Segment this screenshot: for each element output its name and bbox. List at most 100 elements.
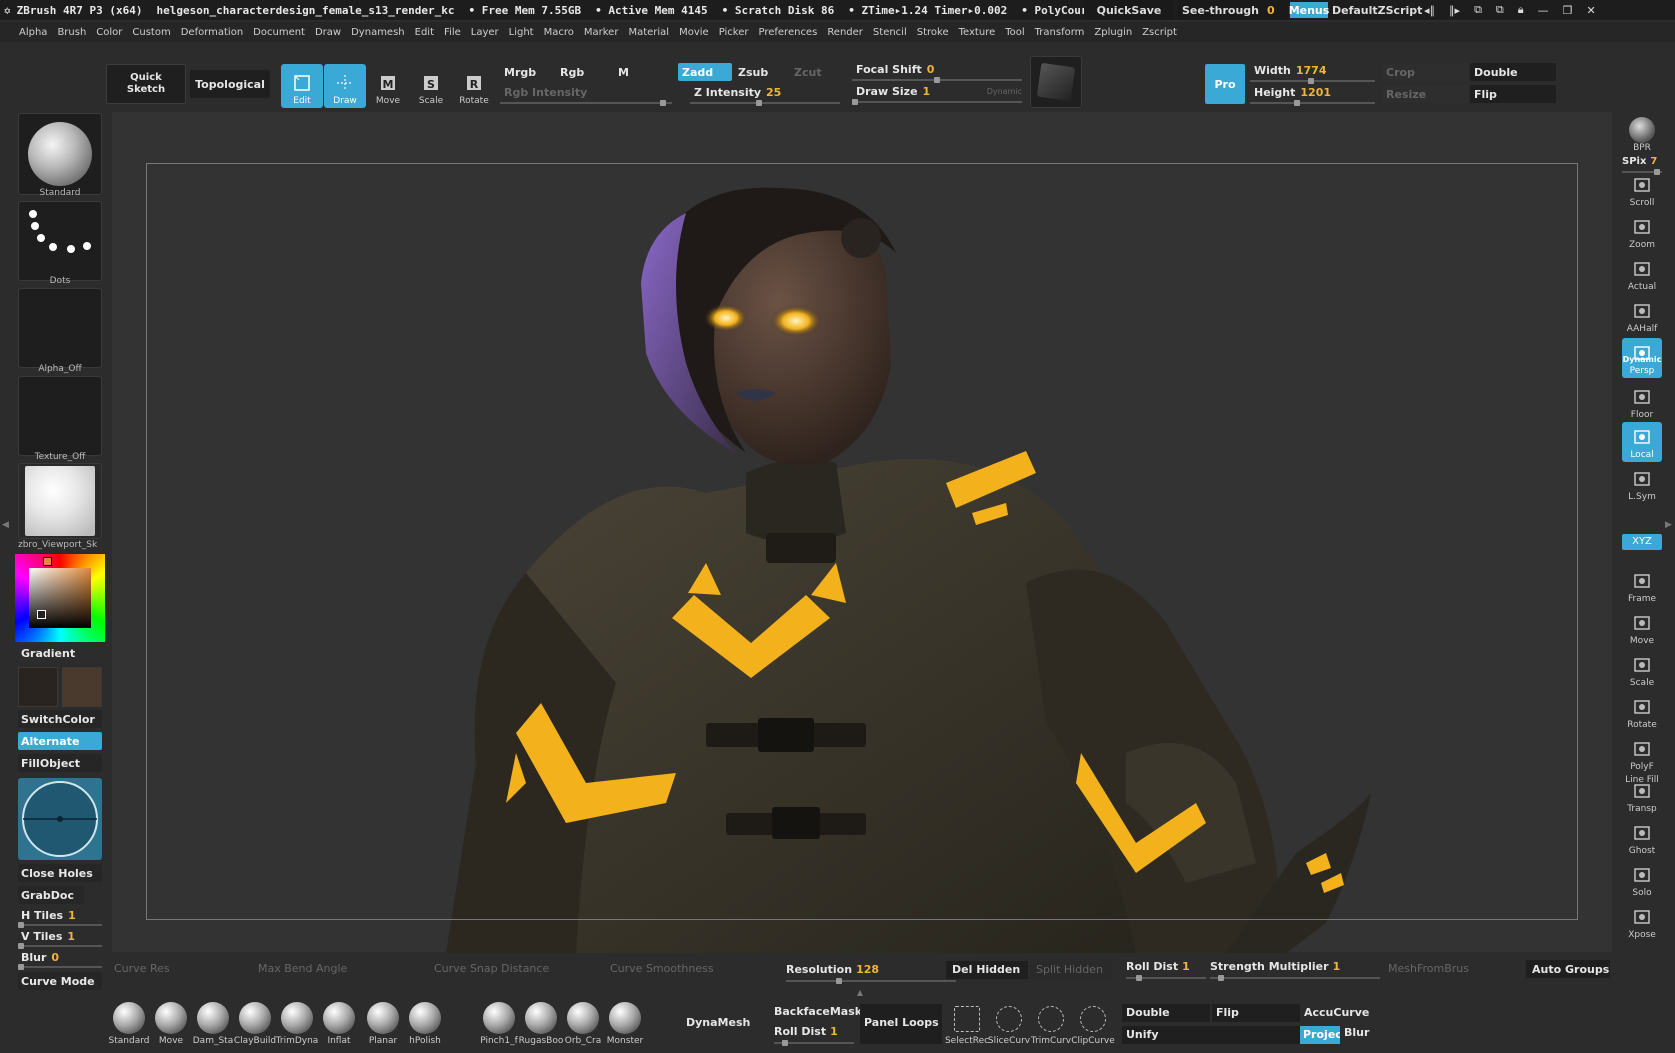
menu-brush[interactable]: Brush <box>52 27 91 38</box>
menu-layer[interactable]: Layer <box>466 27 504 38</box>
rotate-button[interactable]: R Rotate <box>453 64 495 108</box>
rgb-intensity-track[interactable] <box>500 100 672 106</box>
max-bend-angle-slider[interactable]: Max Bend Angle <box>258 962 347 975</box>
brush-rugasboo[interactable]: RugasBoo <box>519 998 563 1046</box>
projection-button[interactable]: Projec <box>1300 1026 1340 1044</box>
menu-texture[interactable]: Texture <box>954 27 1001 38</box>
curve-mode-button[interactable]: Curve Mode <box>18 972 102 990</box>
zsub-button[interactable]: Zsub <box>734 63 788 81</box>
gradient-button[interactable]: Gradient <box>18 644 102 662</box>
quick-sketch-button[interactable]: Quick Sketch <box>106 64 186 104</box>
draw-button[interactable]: Draw <box>324 64 366 108</box>
xyz-button[interactable]: XYZ <box>1622 534 1662 550</box>
draw-size-track[interactable] <box>852 99 1022 105</box>
focal-shift-slider[interactable]: Focal Shift 0 <box>852 60 1022 78</box>
scale-button[interactable]: S Scale <box>410 64 452 108</box>
v-tiles-track[interactable] <box>18 943 102 949</box>
brush-trimdyna[interactable]: TrimDyna <box>276 998 318 1046</box>
default-zscript-button[interactable]: DefaultZScript <box>1332 2 1422 18</box>
lock-icon[interactable]: 🔒︎ <box>1518 3 1524 17</box>
polyf-view-button[interactable]: PolyF <box>1622 734 1662 774</box>
edit-button[interactable]: Edit <box>281 64 323 108</box>
strength-multiplier-track[interactable] <box>1210 975 1380 981</box>
menu-movie[interactable]: Movie <box>674 27 714 38</box>
h-tiles-slider[interactable]: H Tiles 1 <box>18 906 102 924</box>
pro-button[interactable]: Pro <box>1205 64 1245 104</box>
restore-icon[interactable]: ❐ <box>1563 4 1573 17</box>
brush-standard[interactable]: Standard <box>108 998 150 1046</box>
move-view-button[interactable]: Move <box>1622 608 1662 648</box>
menu-stroke[interactable]: Stroke <box>912 27 954 38</box>
bottom-flip-button[interactable]: Flip <box>1212 1004 1300 1022</box>
alternate-button[interactable]: Alternate <box>18 732 102 750</box>
brush-move[interactable]: Move <box>150 998 192 1046</box>
topological-button[interactable]: Topological <box>190 70 270 98</box>
accucurve-button[interactable]: AccuCurve <box>1300 1004 1382 1022</box>
bottom-blur-slider[interactable]: Blur <box>1344 1026 1369 1039</box>
dynamesh-button[interactable]: DynaMesh <box>686 1016 750 1029</box>
zcut-button[interactable]: Zcut <box>790 63 844 81</box>
brush-inflat[interactable]: Inflat <box>318 998 360 1046</box>
brush-pinch1f[interactable]: Pinch1_f <box>478 998 520 1046</box>
stroke-thumbnail[interactable] <box>18 201 102 281</box>
menu-alpha[interactable]: Alpha <box>14 27 52 38</box>
brush-planar[interactable]: Planar <box>362 998 404 1046</box>
mrgb-button[interactable]: Mrgb <box>500 63 556 81</box>
menu-tool[interactable]: Tool <box>1000 27 1029 38</box>
curve-smoothness-slider[interactable]: Curve Smoothness <box>610 962 714 975</box>
menu-light[interactable]: Light <box>504 27 539 38</box>
menu-preferences[interactable]: Preferences <box>753 27 822 38</box>
resolution-slider[interactable]: Resolution 128 <box>786 963 879 976</box>
menu-macro[interactable]: Macro <box>539 27 579 38</box>
double-button[interactable]: Double <box>1470 63 1556 81</box>
zoom-view-button[interactable]: Zoom <box>1622 212 1662 252</box>
backface-mask-button[interactable]: BackfaceMask <box>774 1005 862 1018</box>
curve-tool-trimcurv[interactable]: TrimCurv <box>1030 998 1072 1046</box>
h-tiles-track[interactable] <box>18 922 102 928</box>
flip-button[interactable]: Flip <box>1470 85 1556 103</box>
close-icon[interactable]: ✕ <box>1587 4 1596 17</box>
del-hidden-button[interactable]: Del Hidden <box>946 961 1028 979</box>
focal-shift-track[interactable] <box>852 77 1022 83</box>
brush-monster[interactable]: Monster <box>604 998 646 1046</box>
blur-slider[interactable]: Blur 0 <box>18 948 102 966</box>
texture-thumbnail[interactable] <box>18 376 102 456</box>
roll-dist-track[interactable] <box>1126 975 1206 981</box>
menu-picker[interactable]: Picker <box>714 27 754 38</box>
resize-button[interactable]: Resize <box>1382 85 1468 103</box>
layout-right-icon[interactable]: ∥▸ <box>1449 4 1460 17</box>
menu-file[interactable]: File <box>439 27 466 38</box>
menu-material[interactable]: Material <box>623 27 674 38</box>
curve-tool-clipcurve[interactable]: ClipCurve <box>1071 998 1115 1046</box>
menu-color[interactable]: Color <box>91 27 127 38</box>
brush-orbcra[interactable]: Orb_Cra <box>562 998 604 1046</box>
right-tray-toggle[interactable]: ▶ <box>1665 520 1673 544</box>
local-view-button[interactable]: Local <box>1622 422 1662 462</box>
actual-view-button[interactable]: Actual <box>1622 254 1662 294</box>
menu-marker[interactable]: Marker <box>579 27 624 38</box>
curve-tool-selectrec[interactable]: SelectRec <box>945 998 989 1046</box>
main-color-swatch[interactable] <box>18 667 58 707</box>
see-through-slider[interactable]: See-through 0 <box>1178 0 1288 20</box>
color-picker[interactable] <box>15 554 105 642</box>
curve-snap-distance-slider[interactable]: Curve Snap Distance <box>434 962 549 975</box>
strength-multiplier-slider[interactable]: Strength Multiplier 1 <box>1210 960 1340 973</box>
z-intensity-slider[interactable]: Z Intensity 25 <box>690 83 840 101</box>
menu-deformation[interactable]: Deformation <box>176 27 248 38</box>
menu-zscript[interactable]: Zscript <box>1137 27 1182 38</box>
draw-size-slider[interactable]: Draw Size 1 Dynamic <box>852 82 1022 100</box>
aahalf-view-button[interactable]: AAHalf <box>1622 296 1662 336</box>
width-track[interactable] <box>1250 78 1375 84</box>
alpha-thumbnail[interactable] <box>18 288 102 368</box>
menu-render[interactable]: Render <box>822 27 868 38</box>
layout-b-icon[interactable]: ⧉ <box>1496 3 1504 17</box>
secondary-color-marker[interactable] <box>37 610 46 619</box>
frame-view-button[interactable]: Frame <box>1622 566 1662 606</box>
left-tray-toggle[interactable]: ◀ <box>2 520 10 544</box>
secondary-color-swatch[interactable] <box>62 667 102 707</box>
menus-toggle[interactable]: Menus <box>1289 2 1329 18</box>
switch-color-button[interactable]: SwitchColor <box>18 710 102 728</box>
main-color-marker[interactable] <box>43 557 52 566</box>
scroll-view-button[interactable]: Scroll <box>1622 170 1662 210</box>
current-brush-thumbnail[interactable] <box>18 113 102 195</box>
